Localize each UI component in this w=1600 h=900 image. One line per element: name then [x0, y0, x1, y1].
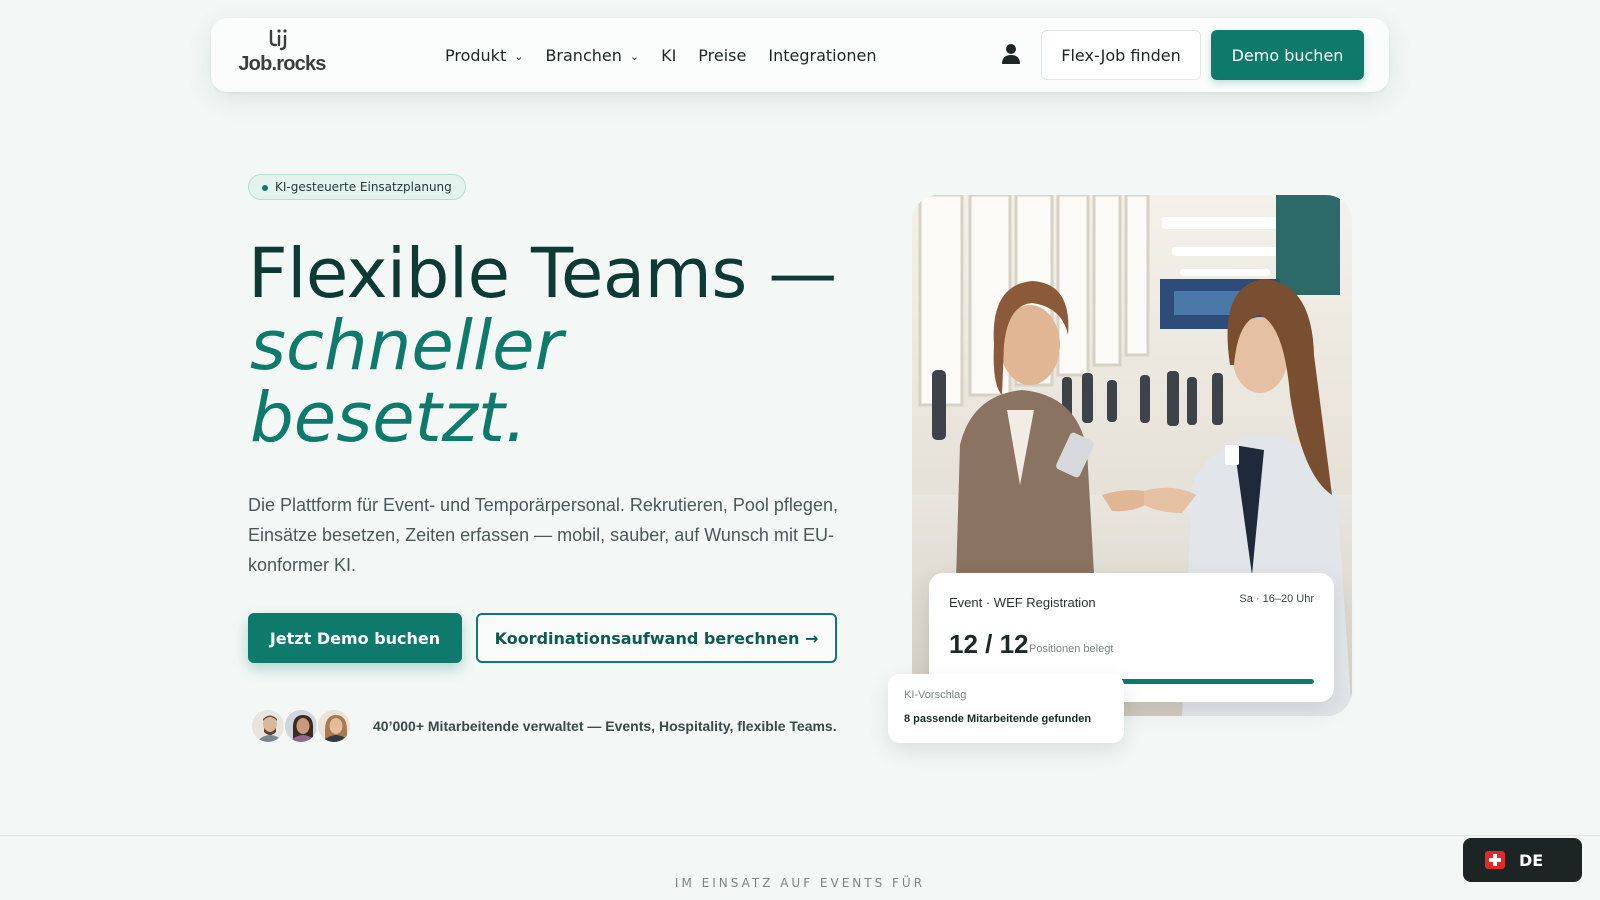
avatar-group: [250, 708, 360, 746]
logo-mark-icon: [269, 29, 287, 51]
nav-item-preise[interactable]: Preise: [698, 46, 746, 65]
top-navigation: Job.rocks Produkt ⌄ Branchen ⌄ KI Preise…: [211, 18, 1389, 92]
nav-item-label: Preise: [698, 45, 747, 65]
user-icon[interactable]: [1001, 43, 1021, 65]
flex-job-button[interactable]: Flex-Job finden: [1041, 30, 1201, 80]
ai-suggestion-text: 8 passende Mitarbeitende gefunden: [904, 713, 1092, 725]
hero-badge: KI-gesteuerte Einsatzplanung: [248, 174, 466, 200]
positions-count: 12 / 12: [949, 629, 1029, 659]
clients-heading: IM EINSATZ AUF EVENTS FÜR: [674, 876, 926, 890]
event-label: Event · WEF Registration: [949, 595, 1096, 610]
event-time: Sa · 16–20 Uhr: [1239, 593, 1314, 605]
nav-item-label: Branchen: [545, 45, 622, 65]
hero-badge-label: KI-gesteuerte Einsatzplanung: [275, 180, 452, 194]
avatar: [250, 708, 286, 744]
chevron-down-icon: ⌄: [629, 50, 640, 63]
book-demo-button[interactable]: Jetzt Demo buchen: [248, 613, 462, 663]
nav-item-label: Produkt: [445, 45, 507, 65]
section-divider: [0, 835, 1600, 836]
hero-title: Flexible Teams —: [248, 234, 837, 314]
nav-item-produkt[interactable]: Produkt ⌄: [445, 46, 523, 65]
hero-title-emphasis: schneller besetzt.: [250, 310, 563, 454]
chevron-down-icon: ⌄: [514, 50, 524, 63]
nav-item-integrationen[interactable]: Integrationen: [768, 46, 876, 65]
nav-item-label: KI: [661, 45, 677, 65]
nav-item-ki[interactable]: KI: [661, 46, 676, 65]
nav-item-label: Integrationen: [768, 45, 877, 65]
positions-label: Positionen belegt: [1029, 643, 1114, 655]
ai-suggestion-label: KI-Vorschlag: [904, 689, 967, 701]
avatar: [283, 708, 319, 744]
ai-suggestion-card: KI-Vorschlag 8 passende Mitarbeitende ge…: [888, 674, 1124, 743]
avatar: [316, 708, 352, 744]
logo[interactable]: Job.rocks: [237, 27, 327, 83]
hero-title-line: schneller: [250, 306, 563, 386]
language-label: DE: [1519, 850, 1544, 870]
logo-text: Job.rocks: [238, 53, 326, 75]
language-switcher[interactable]: DE: [1463, 838, 1582, 882]
hero-lead: Die Plattform für Event- und Temporärper…: [248, 495, 838, 575]
hero-title-line: besetzt.: [250, 378, 527, 458]
status-dot-icon: [262, 185, 268, 191]
nav-item-branchen[interactable]: Branchen ⌄: [545, 46, 639, 65]
swiss-flag-icon: [1485, 851, 1505, 869]
social-proof-text: 40’000+ Mitarbeitende verwaltet — Events…: [373, 718, 837, 734]
nav-links: Produkt ⌄ Branchen ⌄ KI Preise Integrati…: [445, 18, 899, 92]
calculate-effort-button[interactable]: Koordinationsaufwand berechnen →: [476, 613, 837, 663]
demo-button[interactable]: Demo buchen: [1211, 30, 1364, 80]
